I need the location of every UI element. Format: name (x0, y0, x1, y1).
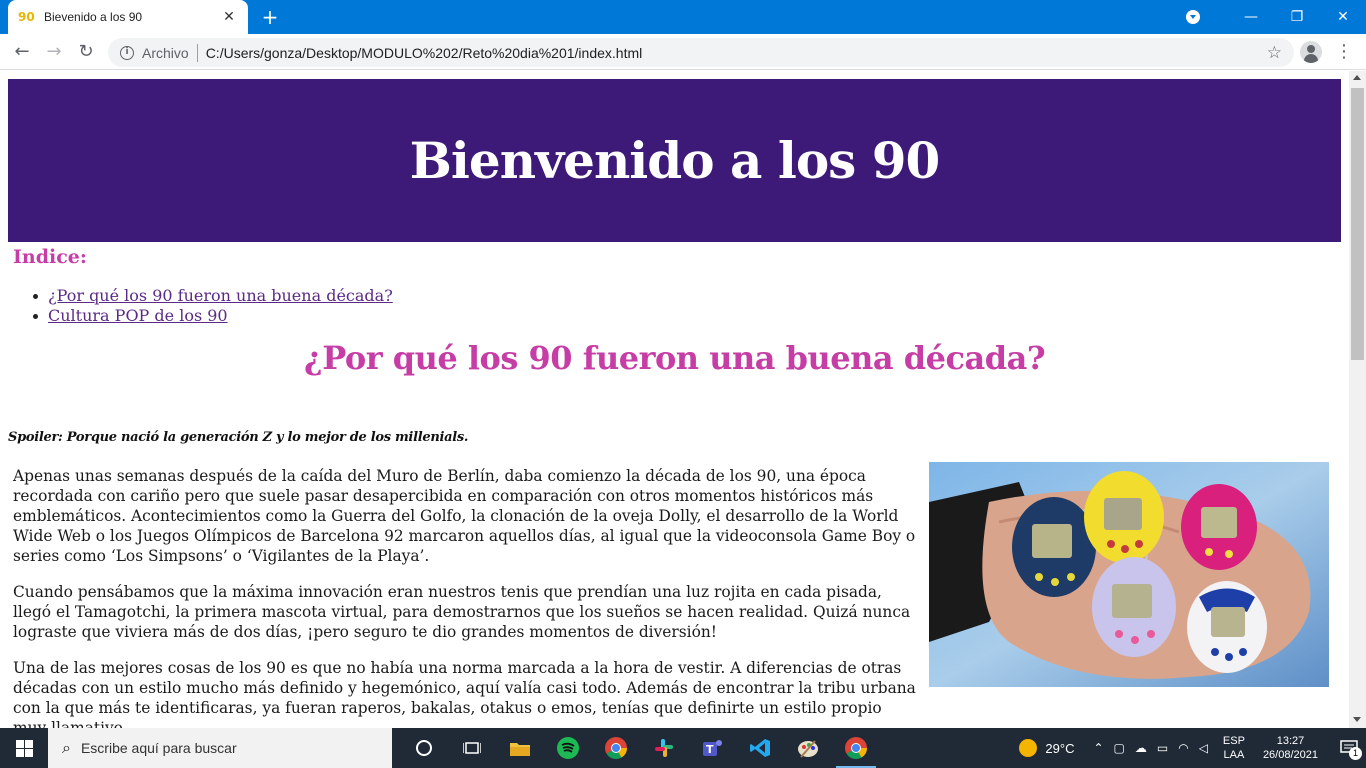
widgets-icon[interactable] (448, 728, 496, 768)
toc-item: ¿Por qué los 90 fueron una buena década? (33, 286, 393, 306)
spoiler-text: Spoiler: Porque nació la generación Z y … (8, 430, 469, 445)
page-viewport: Bienvenido a los 90 Indice: ¿Por qué los… (0, 71, 1349, 728)
scroll-down-arrow-icon[interactable] (1353, 717, 1361, 722)
restore-button[interactable]: ❐ (1274, 0, 1320, 34)
address-bar[interactable]: i Archivo C:/Users/gonza/Desktop/MODULO%… (108, 38, 1294, 67)
section-title: ¿Por qué los 90 fueron una buena década? (303, 339, 1046, 377)
browser-titlebar: 90 Bievenido a los 90 ✕ + — ❐ ✕ (0, 0, 1366, 34)
scheme-label: Archivo (142, 44, 189, 61)
weather-sun-icon[interactable] (1019, 739, 1038, 757)
forward-button[interactable]: → (42, 40, 66, 64)
task-view-icon[interactable] (400, 728, 448, 768)
new-tab-button[interactable]: + (258, 6, 282, 28)
meet-now-icon[interactable]: ▢ (1114, 741, 1125, 755)
system-tray: 29°C ⌃ ▢ ☁ ▭ ◠ ◁ ESP LAA 13:27 26/08/202… (1019, 728, 1366, 768)
account-icon[interactable] (1300, 41, 1322, 63)
tamagotchi-photo (929, 462, 1329, 687)
tab-favicon-icon: 90 (18, 10, 35, 24)
notification-center-button[interactable]: 1 (1332, 728, 1366, 768)
article-body: Apenas unas semanas después de la caída … (13, 466, 918, 728)
notification-badge: 1 (1349, 747, 1362, 760)
spotify-icon[interactable] (544, 728, 592, 768)
window-controls: — ❐ ✕ (1186, 0, 1366, 34)
tab-title: Bievenido a los 90 (44, 10, 143, 24)
slack-icon[interactable] (640, 728, 688, 768)
wifi-icon[interactable]: ◠ (1178, 741, 1188, 755)
minimize-button[interactable]: — (1228, 0, 1274, 34)
battery-icon[interactable]: ▭ (1157, 741, 1168, 755)
close-icon[interactable]: ✕ (220, 9, 238, 25)
taskbar-search[interactable]: ⌕ Escribe aquí para buscar (48, 728, 392, 768)
windows-logo-icon (15, 739, 33, 757)
chrome-icon[interactable] (592, 728, 640, 768)
back-button[interactable]: ← (10, 40, 34, 64)
address-separator (196, 43, 198, 62)
reload-button[interactable]: ↻ (74, 40, 98, 64)
onedrive-cloud-icon[interactable]: ☁ (1135, 741, 1147, 755)
teams-icon[interactable]: T (688, 728, 736, 768)
paint-icon[interactable] (784, 728, 832, 768)
index-heading: Indice: (13, 246, 87, 268)
chrome-active-icon[interactable] (832, 728, 880, 768)
scrollbar-thumb[interactable] (1351, 88, 1364, 360)
paragraph: Una de las mejores cosas de los 90 es qu… (13, 659, 916, 728)
kebab-menu-icon[interactable]: ⋮ (1334, 40, 1354, 64)
toc-link-pop-culture[interactable]: Cultura POP de los 90 (48, 306, 228, 325)
taskbar-search-placeholder: Escribe aquí para buscar (80, 740, 237, 756)
table-of-contents: ¿Por qué los 90 fueron una buena década?… (33, 286, 393, 326)
info-icon[interactable]: i (120, 45, 134, 60)
chevron-up-icon[interactable]: ⌃ (1093, 741, 1103, 755)
scroll-up-arrow-icon[interactable] (1353, 75, 1361, 80)
clock-date: 26/08/2021 (1262, 749, 1318, 761)
keyboard-layout: LAA (1223, 749, 1245, 761)
hero-banner: Bienvenido a los 90 (8, 79, 1341, 242)
page-scrollbar[interactable] (1349, 71, 1366, 728)
language-code: ESP (1222, 735, 1245, 747)
svg-text:T: T (706, 743, 714, 756)
windows-taskbar: ⌕ Escribe aquí para buscar T 29°C ⌃ ▢ ☁ … (0, 728, 1366, 768)
clock-time: 13:27 (1276, 735, 1305, 747)
url-text[interactable]: C:/Users/gonza/Desktop/MODULO%202/Reto%2… (206, 45, 1267, 61)
volume-icon[interactable]: ◁ (1199, 741, 1208, 755)
page-title: Bienvenido a los 90 (409, 131, 941, 190)
tab-search-icon[interactable] (1186, 10, 1200, 24)
browser-toolbar: ← → ↻ i Archivo C:/Users/gonza/Desktop/M… (0, 34, 1366, 70)
file-explorer-icon[interactable] (496, 728, 544, 768)
paragraph: Apenas unas semanas después de la caída … (13, 467, 916, 565)
browser-tab[interactable]: 90 Bievenido a los 90 ✕ (8, 0, 248, 34)
toc-item: Cultura POP de los 90 (33, 306, 393, 326)
input-language[interactable]: ESP LAA (1223, 734, 1245, 762)
toc-link-why-90s[interactable]: ¿Por qué los 90 fueron una buena década? (48, 286, 393, 305)
start-button[interactable] (0, 728, 48, 768)
taskbar-apps: T (400, 728, 880, 768)
vscode-icon[interactable] (736, 728, 784, 768)
temperature[interactable]: 29°C (1045, 741, 1074, 756)
paragraph: Cuando pensábamos que la máxima innovaci… (13, 583, 911, 641)
window-close-button[interactable]: ✕ (1320, 0, 1366, 34)
bookmark-star-icon[interactable]: ☆ (1267, 43, 1282, 63)
search-icon: ⌕ (62, 738, 71, 757)
clock[interactable]: 13:27 26/08/2021 (1263, 734, 1318, 762)
